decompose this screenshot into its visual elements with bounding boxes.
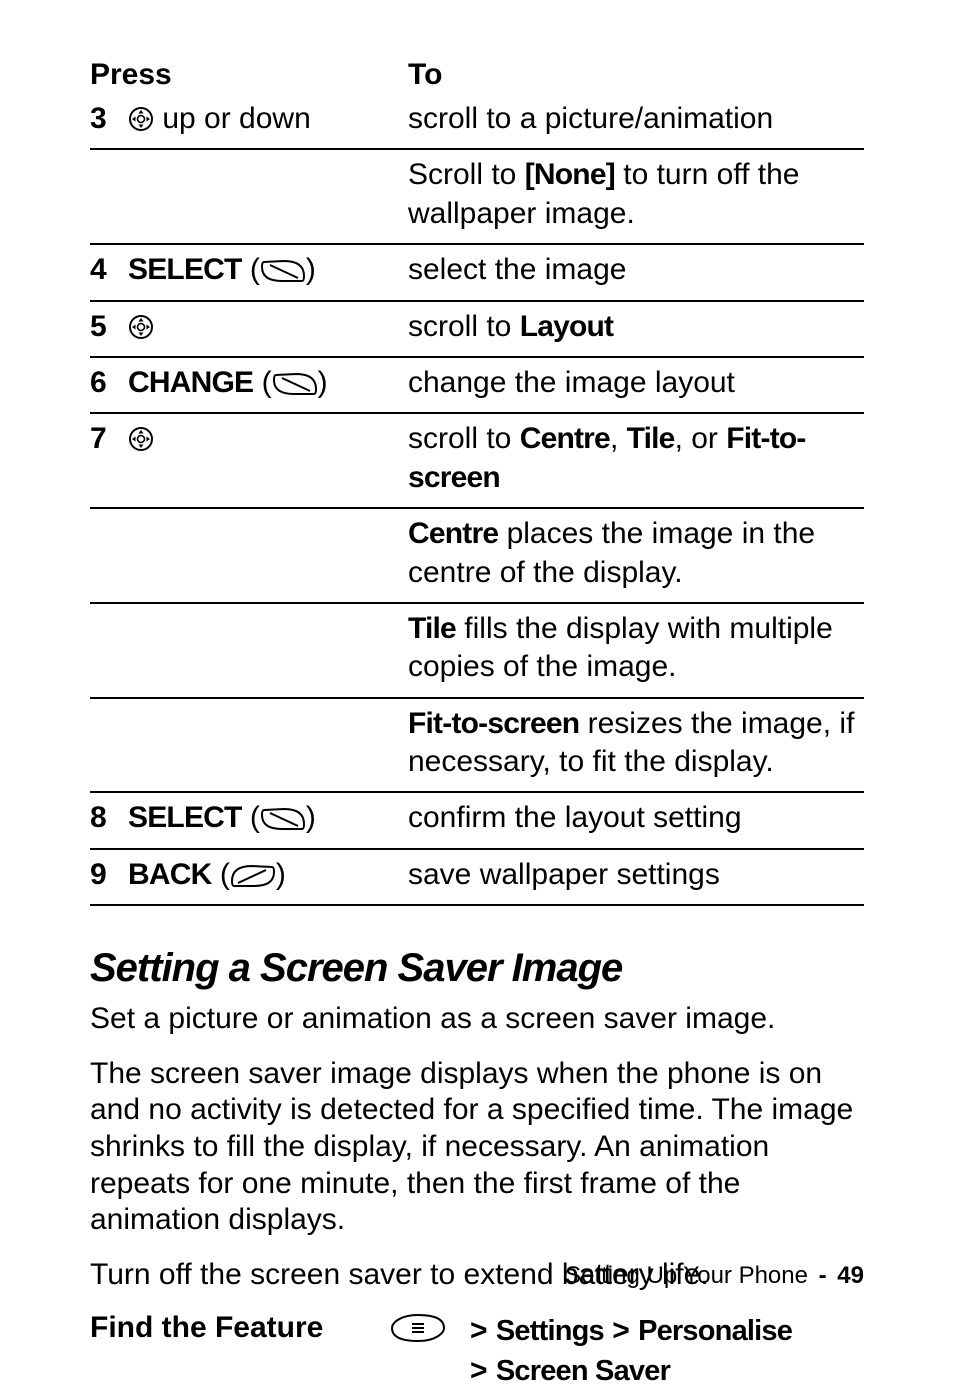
paren: ( bbox=[220, 858, 230, 891]
nav-icon bbox=[128, 106, 154, 132]
to-text: scroll to bbox=[408, 310, 520, 343]
to-text-strong: [None] bbox=[525, 158, 615, 191]
to-cell: save wallpaper settings bbox=[408, 849, 864, 905]
to-text: Scroll to bbox=[408, 158, 525, 191]
to-cell: change the image layout bbox=[408, 357, 864, 413]
body-paragraph: Set a picture or animation as a screen s… bbox=[90, 1001, 864, 1038]
soft-key-icon bbox=[272, 372, 318, 396]
footer-section: Setting Up Your Phone bbox=[565, 1262, 808, 1289]
header-press: Press bbox=[90, 60, 408, 94]
to-cell: select the image bbox=[408, 244, 864, 300]
table-row: 8 SELECT ( ) confirm the layout setting bbox=[90, 792, 864, 848]
ftf-sep: > bbox=[470, 1314, 496, 1347]
to-text: fills the display with multiple copies o… bbox=[408, 612, 833, 683]
table-row: Scroll to [None] to turn off the wallpap… bbox=[90, 149, 864, 244]
to-text-strong: Fit-to-screen bbox=[408, 707, 579, 740]
soft-key-icon bbox=[230, 864, 276, 888]
soft-key-icon bbox=[260, 259, 306, 283]
to-text-strong: Tile bbox=[627, 422, 675, 455]
table-row: 5 scroll to Layout bbox=[90, 301, 864, 357]
key-label: SELECT bbox=[128, 253, 242, 286]
step-number: 8 bbox=[90, 792, 128, 848]
table-row: 4 SELECT ( ) select the image bbox=[90, 244, 864, 300]
to-text: , bbox=[610, 422, 627, 455]
header-to: To bbox=[408, 60, 864, 94]
to-text-strong: Tile bbox=[408, 612, 456, 645]
ftf-label: Find the Feature bbox=[90, 1311, 390, 1345]
step-number: 7 bbox=[90, 413, 128, 508]
find-the-feature: Find the Feature > Settings > Personalis… bbox=[90, 1311, 864, 1390]
paren: ) bbox=[306, 253, 316, 286]
press-cell: BACK ( ) bbox=[128, 849, 408, 905]
paren: ) bbox=[276, 858, 286, 891]
to-cell: scroll to Centre, Tile, or Fit-to-screen bbox=[408, 413, 864, 508]
press-cell: up or down bbox=[128, 94, 408, 149]
paren: ) bbox=[306, 801, 316, 834]
to-cell: Fit-to-screen resizes the image, if nece… bbox=[408, 698, 864, 793]
press-cell bbox=[128, 413, 408, 508]
key-label: SELECT bbox=[128, 801, 242, 834]
nav-icon bbox=[128, 426, 154, 452]
press-cell: SELECT ( ) bbox=[128, 244, 408, 300]
ftf-item: Settings bbox=[496, 1315, 604, 1347]
step-number: 9 bbox=[90, 849, 128, 905]
step-number: 6 bbox=[90, 357, 128, 413]
key-label: BACK bbox=[128, 858, 211, 891]
menu-key-icon bbox=[390, 1311, 470, 1348]
to-text-strong: Centre bbox=[408, 517, 498, 550]
to-cell: Scroll to [None] to turn off the wallpap… bbox=[408, 149, 864, 244]
page-footer: Setting Up Your Phone - 49 bbox=[565, 1262, 864, 1290]
table-row: 9 BACK ( ) save wallpaper settings bbox=[90, 849, 864, 905]
footer-sep: - bbox=[808, 1262, 837, 1289]
press-cell bbox=[128, 301, 408, 357]
to-cell: scroll to Layout bbox=[408, 301, 864, 357]
ftf-path: > Settings > Personalise > Screen Saver bbox=[470, 1311, 792, 1390]
paren: ( bbox=[250, 253, 260, 286]
paren: ( bbox=[262, 366, 272, 399]
to-cell: Tile fills the display with multiple cop… bbox=[408, 603, 864, 698]
instruction-table: Press To 3 up or down scroll to a pictur… bbox=[90, 60, 864, 906]
table-row: 7 scroll to Centre, Tile, or Fit-to-scre… bbox=[90, 413, 864, 508]
to-text: , or bbox=[675, 422, 727, 455]
to-cell: confirm the layout setting bbox=[408, 792, 864, 848]
press-text: up or down bbox=[162, 102, 310, 135]
to-text: scroll to bbox=[408, 422, 520, 455]
table-row: 3 up or down scroll to a picture/animati… bbox=[90, 94, 864, 149]
paren: ( bbox=[250, 801, 260, 834]
to-text-strong: Centre bbox=[520, 422, 610, 455]
body-paragraph: The screen saver image displays when the… bbox=[90, 1056, 864, 1239]
nav-icon bbox=[128, 314, 154, 340]
soft-key-icon bbox=[260, 807, 306, 831]
page: Press To 3 up or down scroll to a pictur… bbox=[0, 0, 954, 1345]
paren: ) bbox=[318, 366, 328, 399]
ftf-sep: > bbox=[470, 1354, 496, 1387]
step-number: 5 bbox=[90, 301, 128, 357]
key-label: CHANGE bbox=[128, 366, 253, 399]
ftf-item: Personalise bbox=[638, 1315, 792, 1347]
table-row: Centre places the image in the centre of… bbox=[90, 508, 864, 603]
table-row: Fit-to-screen resizes the image, if nece… bbox=[90, 698, 864, 793]
to-cell: Centre places the image in the centre of… bbox=[408, 508, 864, 603]
to-text-strong: Layout bbox=[520, 310, 614, 343]
section-title: Setting a Screen Saver Image bbox=[90, 946, 864, 991]
ftf-sep: > bbox=[604, 1314, 638, 1347]
page-number: 49 bbox=[837, 1262, 864, 1289]
table-row: 6 CHANGE ( ) change the image layout bbox=[90, 357, 864, 413]
ftf-item: Screen Saver bbox=[496, 1355, 670, 1387]
table-row: Tile fills the display with multiple cop… bbox=[90, 603, 864, 698]
press-cell: CHANGE ( ) bbox=[128, 357, 408, 413]
to-text: scroll to a picture/animation bbox=[408, 102, 773, 135]
table-header-row: Press To bbox=[90, 60, 864, 94]
step-number: 4 bbox=[90, 244, 128, 300]
step-number: 3 bbox=[90, 94, 128, 149]
to-cell: scroll to a picture/animation bbox=[408, 94, 864, 149]
press-cell: SELECT ( ) bbox=[128, 792, 408, 848]
